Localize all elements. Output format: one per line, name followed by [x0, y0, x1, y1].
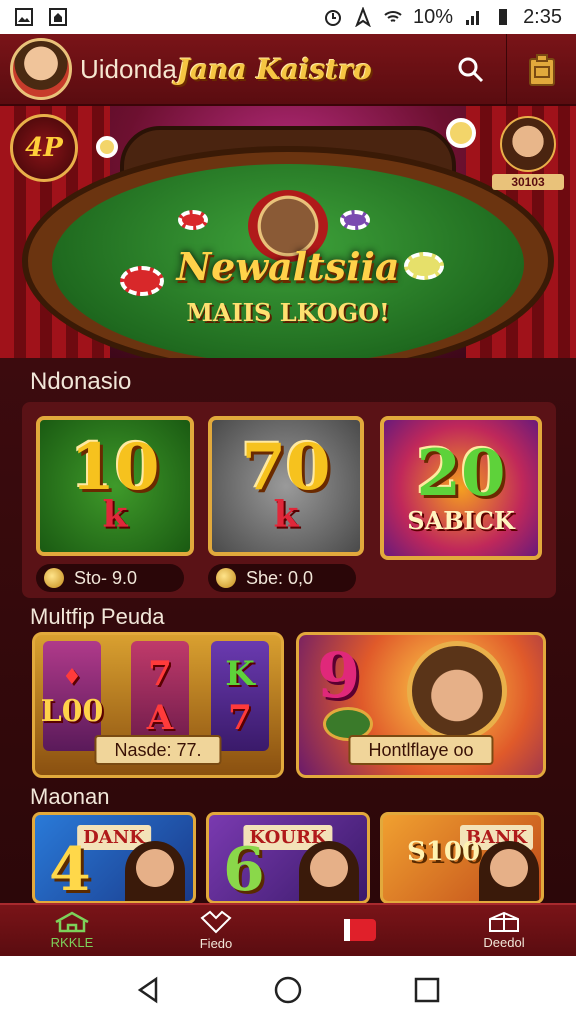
app-header: Uidonda Jana Kaistro	[0, 34, 576, 106]
thumb-big-number: S100	[407, 837, 481, 867]
level-badge[interactable]: 4P	[10, 114, 78, 182]
section-title-more: Maonan	[30, 784, 110, 809]
reel-symbol: A	[146, 698, 174, 738]
game-thumb-2[interactable]: KOURK 6	[206, 812, 370, 904]
character-portrait	[407, 641, 507, 741]
game-card-slots[interactable]: ♦ L00 7 A K 7 Nasde: 77.	[32, 632, 284, 778]
nav-label: Fiedo	[199, 936, 233, 951]
section-title-multiplayer: Multfip Peuda	[30, 604, 165, 629]
featured-tile-2[interactable]: 70 k	[208, 416, 364, 556]
nav-favorites[interactable]: Fiedo	[144, 905, 288, 956]
tile-suffix: k	[273, 494, 299, 536]
hero-title: Newaltsiia	[176, 244, 400, 289]
alarm-icon	[325, 10, 342, 26]
nav-label: Deedol	[483, 935, 525, 950]
reel-symbol: 7	[148, 654, 172, 694]
tile-number: 10	[70, 430, 160, 505]
section-title-featured: Ndonasio	[30, 368, 132, 395]
tile-balance-1: Sto- 9.0	[36, 564, 184, 592]
chip-icon	[340, 210, 370, 230]
featured-tile-3[interactable]: 20 SABICK	[380, 416, 542, 560]
reel-symbol: 7	[228, 698, 252, 738]
hero-banner[interactable]: Newaltsiia MAIIS LKOGO! 4P 30103	[0, 106, 576, 358]
reel-symbol: ♦	[62, 663, 82, 690]
wallet-icon	[528, 54, 555, 86]
game-big-number: 9	[317, 639, 361, 712]
nav-tickets[interactable]	[288, 905, 432, 956]
character-portrait	[479, 841, 539, 901]
recents-icon[interactable]	[412, 975, 442, 1005]
thumb-big-number: 6	[223, 835, 265, 904]
slot-reel-3: K 7	[211, 641, 269, 751]
heart-icon	[200, 910, 232, 934]
ticket-icon	[344, 918, 376, 941]
coin-icon	[446, 118, 476, 148]
featured-tile-1[interactable]: 10 k	[36, 416, 194, 556]
brand-prefix: Uidonda	[80, 53, 177, 84]
dealer-avatar	[500, 116, 556, 172]
back-icon[interactable]	[134, 975, 164, 1005]
nav-label: RKKLE	[50, 935, 94, 950]
hero-subtitle: MAIIS LKOGO!	[186, 298, 390, 327]
box-icon	[489, 911, 519, 932]
search-button[interactable]	[436, 34, 506, 106]
location-icon	[355, 7, 371, 27]
promo-badge-label: 30103	[492, 174, 564, 190]
coin-icon	[216, 568, 236, 588]
home-icon	[55, 911, 89, 933]
thumb-big-number: 4	[49, 835, 91, 904]
system-nav-bar	[0, 956, 576, 1024]
avatar[interactable]	[10, 38, 72, 100]
tile-label: SABICK	[407, 505, 515, 535]
character-portrait	[125, 841, 185, 901]
battery-percent: 10%	[413, 5, 454, 28]
game-card-label: Nasde: 77.	[94, 735, 222, 765]
brand-logo: Jana Kaistro	[176, 52, 372, 86]
chip-icon	[178, 210, 208, 230]
tile-balance-2: Sbe: 0,0	[208, 564, 356, 592]
game-card-label: Hontlflaye oo	[348, 735, 494, 765]
coin-icon	[44, 568, 64, 588]
tile-balance-text: Sto- 9.0	[74, 567, 138, 588]
wifi-icon	[384, 11, 402, 22]
game-thumb-1[interactable]: DANK 4	[32, 812, 196, 904]
tile-number: 20	[416, 435, 506, 511]
nav-box[interactable]: Deedol	[432, 905, 576, 956]
home-circle-icon[interactable]	[273, 975, 303, 1005]
bottom-nav: RKKLE Fiedo Deedol	[0, 903, 576, 956]
search-icon	[458, 57, 484, 83]
status-bar: 10% 2:35	[0, 0, 576, 34]
reel-symbol: K	[225, 654, 255, 694]
slot-reel-1: ♦ L00	[40, 641, 104, 751]
coin-icon	[96, 136, 118, 158]
wallet-button[interactable]	[506, 34, 576, 106]
game-thumb-3[interactable]: BANK S100	[380, 812, 544, 904]
character-portrait	[299, 841, 359, 901]
promo-badge[interactable]: 30103	[492, 116, 564, 206]
signal-icon	[466, 11, 480, 25]
nav-home[interactable]: RKKLE	[0, 905, 144, 956]
clock: 2:35	[523, 5, 562, 28]
tile-number: 70	[241, 430, 331, 505]
reel-symbol: L00	[40, 693, 104, 729]
battery-icon	[499, 9, 508, 25]
game-card-character[interactable]: 9 Hontlflaye oo	[296, 632, 546, 778]
tile-balance-text: Sbe: 0,0	[246, 567, 314, 588]
notification-icon	[49, 8, 67, 26]
image-icon	[15, 8, 33, 26]
tile-suffix: k	[102, 494, 128, 536]
